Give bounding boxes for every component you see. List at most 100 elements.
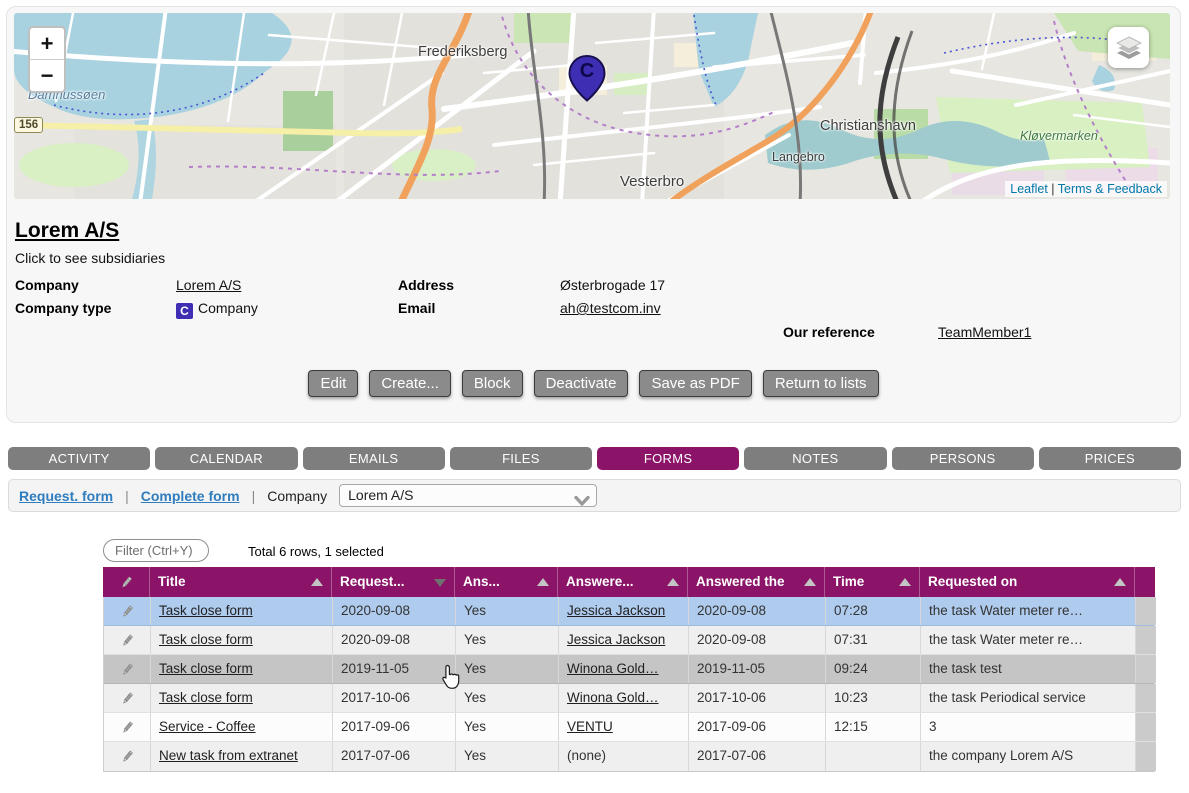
person-link[interactable]: Winona Gold… [567,661,659,676]
tab-notes[interactable]: NOTES [744,447,886,470]
cell-requested: 2017-07-06 [333,742,456,771]
scroll-strip-cell [1136,713,1156,741]
table-row[interactable]: Task close form 2020-09-08 Yes Jessica J… [104,597,1154,626]
sort-asc-icon [804,578,816,586]
cell-answered-the: 2020-09-08 [689,626,826,654]
our-reference-label: Our reference [783,324,875,340]
cell-time: 09:24 [826,655,921,683]
form-title-link[interactable]: Task close form [159,661,253,676]
person-link[interactable]: Winona Gold… [567,690,659,705]
zoom-in-button[interactable]: + [30,28,64,60]
request-form-link[interactable]: Request. form [19,488,113,504]
forms-table: Title Request... Ans... Answere... Answe… [103,567,1155,772]
our-reference-link[interactable]: TeamMember1 [938,324,1031,340]
map-label-christianshavn: Christianshavn [820,118,916,134]
row-edit-button[interactable] [104,626,151,654]
header-answered-by[interactable]: Answere... [558,567,688,597]
table-row[interactable]: Task close form 2020-09-08 Yes Jessica J… [104,626,1154,655]
row-edit-button[interactable] [104,713,151,741]
cell-time: 07:31 [826,626,921,654]
map-attribution: Leaflet | Terms & Feedback [1005,181,1167,197]
scroll-strip-cell [1136,626,1156,654]
cell-requested-on: the company Lorem A/S [921,742,1136,771]
table-row[interactable]: Service - Coffee 2017-09-06 Yes VENTU 20… [104,713,1154,742]
table-header: Title Request... Ans... Answere... Answe… [103,567,1155,597]
company-select-value: Lorem A/S [348,487,413,503]
map-tiles [14,13,1170,199]
cell-answered-the: 2020-09-08 [689,597,826,625]
row-edit-button[interactable] [104,597,151,625]
attribution-separator: | [1051,182,1054,196]
cell-answered-the: 2017-07-06 [689,742,826,771]
edit-button[interactable]: Edit [308,370,358,397]
cell-time: 07:28 [826,597,921,625]
form-title-link[interactable]: New task from extranet [159,748,298,763]
save-as-pdf-button[interactable]: Save as PDF [639,370,751,397]
header-answered-the[interactable]: Answered the [688,567,825,597]
row-count-summary: Total 6 rows, 1 selected [248,544,384,559]
form-title-link[interactable]: Service - Coffee [159,719,256,734]
pencil-icon [121,605,134,618]
map-layers-button[interactable] [1108,27,1149,68]
table-row[interactable]: New task from extranet 2017-07-06 Yes (n… [104,742,1154,771]
table-row[interactable]: Task close form 2017-10-06 Yes Winona Go… [104,684,1154,713]
tab-calendar[interactable]: CALENDAR [155,447,297,470]
block-button[interactable]: Block [462,370,523,397]
page: Damhussøen Frederiksberg Vesterbro Chris… [0,0,1189,793]
tab-prices[interactable]: PRICES [1039,447,1181,470]
tab-emails[interactable]: EMAILS [303,447,445,470]
cell-answered-the: 2017-10-06 [689,684,826,712]
company-select[interactable]: Lorem A/S [339,484,597,507]
form-title-link[interactable]: Task close form [159,632,253,647]
deactivate-button[interactable]: Deactivate [534,370,629,397]
cell-answered-by: Jessica Jackson [559,597,689,625]
map[interactable]: Damhussøen Frederiksberg Vesterbro Chris… [14,13,1170,199]
form-title-link[interactable]: Task close form [159,603,253,618]
row-edit-button[interactable] [104,655,151,683]
row-edit-button[interactable] [104,684,151,712]
filter-input[interactable] [103,539,209,562]
map-marker[interactable]: C [568,55,606,102]
create-button[interactable]: Create... [369,370,451,397]
header-time[interactable]: Time [825,567,920,597]
person-link[interactable]: Jessica Jackson [567,603,665,618]
zoom-out-button[interactable]: − [30,60,64,91]
map-label-klovermarken: Kløvermarken [1020,129,1098,143]
cell-title: Service - Coffee [151,713,333,741]
scroll-strip-cell [1136,684,1156,712]
header-requested[interactable]: Request... [332,567,455,597]
header-title[interactable]: Title [150,567,332,597]
person-link[interactable]: Jessica Jackson [567,632,665,647]
tab-forms[interactable]: FORMS [597,447,739,470]
form-title-link[interactable]: Task close form [159,690,253,705]
header-requested-on[interactable]: Requested on [920,567,1135,597]
company-filter-label: Company [267,488,327,504]
pencil-icon [121,721,134,734]
cell-answered: Yes [456,655,559,683]
cell-answered: Yes [456,684,559,712]
company-type-text: Company [198,300,258,316]
header-answered-the-label: Answered the [696,574,785,589]
address-value: Østerbrogade 17 [560,277,665,293]
terms-feedback-link[interactable]: Terms & Feedback [1058,182,1162,196]
tab-files[interactable]: FILES [450,447,592,470]
header-edit-column[interactable] [103,567,150,597]
person-link[interactable]: VENTU [567,719,613,734]
email-value-link[interactable]: ah@testcom.inv [560,300,661,316]
tab-activity[interactable]: ACTIVITY [8,447,150,470]
tab-persons[interactable]: PERSONS [892,447,1034,470]
leaflet-link[interactable]: Leaflet [1010,182,1048,196]
company-value-link[interactable]: Lorem A/S [176,277,241,293]
company-title[interactable]: Lorem A/S [15,219,119,243]
row-edit-button[interactable] [104,742,151,771]
pencil-icon [121,634,134,647]
complete-form-link[interactable]: Complete form [141,488,240,504]
header-answered[interactable]: Ans... [455,567,558,597]
table-row[interactable]: Task close form 2019-11-05 Yes Winona Go… [104,655,1154,684]
return-to-lists-button[interactable]: Return to lists [763,370,879,397]
subsidiaries-hint[interactable]: Click to see subsidiaries [15,250,165,266]
cell-answered-by: Jessica Jackson [559,626,689,654]
pencil-icon [121,750,134,763]
cell-title: Task close form [151,626,333,654]
cell-answered: Yes [456,742,559,771]
